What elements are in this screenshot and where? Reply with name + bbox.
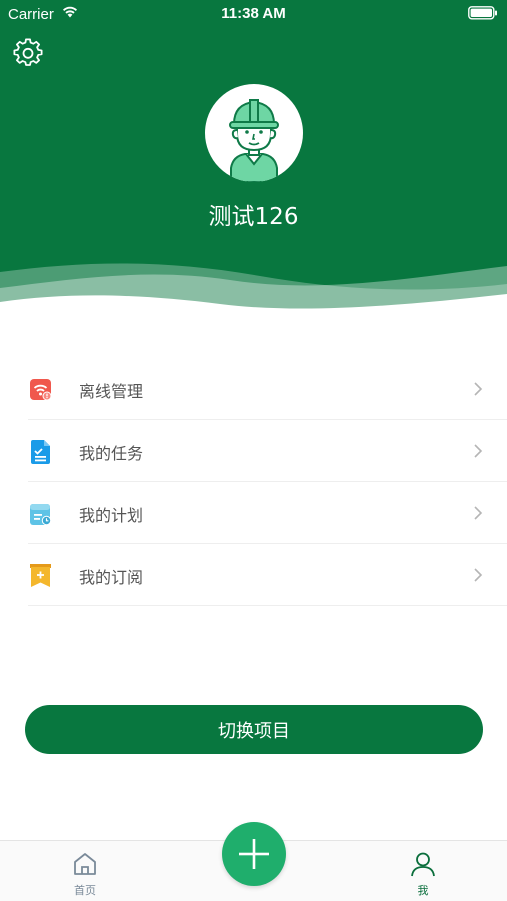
username: 测试126: [208, 204, 299, 230]
avatar[interactable]: [205, 84, 303, 182]
user-icon: [411, 852, 435, 877]
task-document-icon: [31, 440, 50, 464]
tab-me[interactable]: 我: [383, 841, 463, 901]
subscription-bookmark-icon: [30, 564, 51, 587]
switch-project-button[interactable]: 切换项目: [25, 705, 483, 754]
tab-me-label: 我: [417, 884, 429, 897]
menu-list: 离线管理 我的任务 我的计划 我的订阅: [0, 358, 507, 606]
status-bar: Carrier 11:38 AM: [0, 0, 507, 28]
menu-item-tasks[interactable]: 我的任务: [0, 420, 507, 482]
profile-header: Carrier 11:38 AM 测试126: [0, 0, 507, 318]
divider: [28, 605, 507, 606]
chevron-right-icon: [474, 568, 483, 582]
menu-item-label: 我的订阅: [79, 568, 144, 587]
menu-item-subscriptions[interactable]: 我的订阅: [0, 544, 507, 606]
add-button[interactable]: [222, 822, 286, 886]
chevron-right-icon: [474, 382, 483, 396]
worker-hardhat-avatar-icon: [229, 99, 279, 182]
plan-calendar-icon: [30, 504, 52, 526]
clock: 11:38 AM: [221, 5, 286, 22]
offline-wifi-icon: [30, 379, 52, 401]
home-icon: [74, 853, 96, 875]
chevron-right-icon: [474, 444, 483, 458]
tab-home[interactable]: 首页: [45, 841, 125, 901]
menu-item-label: 离线管理: [79, 382, 144, 401]
gear-icon[interactable]: [13, 38, 43, 68]
menu-item-label: 我的计划: [79, 506, 144, 525]
plus-icon: [239, 839, 269, 869]
header-wave-decoration: [0, 263, 507, 318]
menu-item-offline[interactable]: 离线管理: [0, 358, 507, 420]
tab-home-label: 首页: [74, 884, 96, 897]
menu-item-plans[interactable]: 我的计划: [0, 482, 507, 544]
chevron-right-icon: [474, 506, 483, 520]
battery-icon: [468, 6, 497, 20]
menu-item-label: 我的任务: [79, 444, 144, 463]
